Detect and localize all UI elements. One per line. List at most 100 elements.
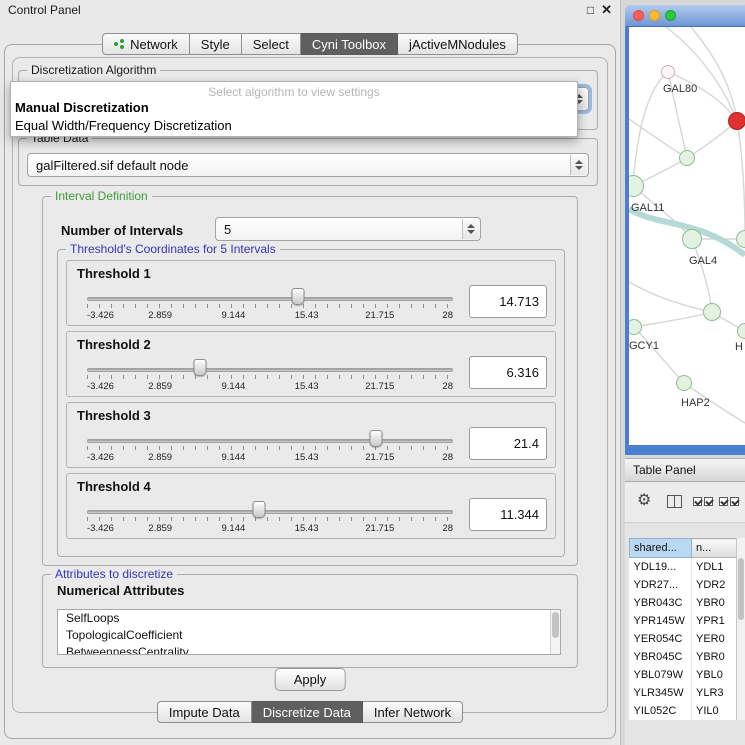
tab-label: Impute Data bbox=[169, 705, 240, 720]
network-canvas[interactable]: GAL80GAL11GAL4GCY1HAP2H bbox=[629, 27, 745, 445]
threshold-label: Threshold 1 bbox=[77, 266, 151, 281]
table-row[interactable]: YBR045CYBR0 bbox=[630, 648, 745, 666]
table-header-row: shared... n... bbox=[630, 539, 745, 558]
tab-style[interactable]: Style bbox=[190, 33, 242, 55]
column-header-shared-name[interactable]: shared... bbox=[630, 539, 692, 558]
close-traffic-light-icon[interactable] bbox=[633, 10, 644, 21]
threshold-panel: Threshold 2-3.4262.8599.14415.4321.71528… bbox=[66, 331, 556, 397]
control-panel-titlebar: Control Panel □ ✕ bbox=[0, 0, 620, 20]
zoom-traffic-light-icon[interactable] bbox=[665, 10, 676, 21]
table-cell[interactable]: YBR043C bbox=[630, 594, 692, 612]
network-node[interactable] bbox=[728, 112, 745, 130]
network-icon bbox=[114, 39, 125, 49]
slider-thumb[interactable] bbox=[370, 430, 383, 447]
threshold-value-field[interactable]: 14.713 bbox=[469, 285, 547, 318]
control-panel-window: Control Panel □ ✕ Network StyleSelectCyni… bbox=[0, 0, 621, 745]
table-row[interactable]: YBL079WYBL0 bbox=[630, 666, 745, 684]
network-node[interactable] bbox=[682, 229, 702, 249]
table-cell[interactable]: YIL052C bbox=[630, 702, 692, 720]
scrollbar-thumb[interactable] bbox=[738, 558, 744, 620]
group-title-discretization-algorithm: Discretization Algorithm bbox=[27, 63, 160, 77]
tab-cyni-toolbox[interactable]: Cyni Toolbox bbox=[301, 33, 398, 55]
column-visibility-icon[interactable] bbox=[667, 495, 682, 508]
table-row[interactable]: YPR145WYPR1 bbox=[630, 612, 745, 630]
table-data-combobox[interactable]: galFiltered.sif default node bbox=[27, 153, 589, 177]
tab-label: Infer Network bbox=[374, 705, 451, 720]
scale-tick-label: 9.144 bbox=[222, 310, 246, 321]
slider-thumb[interactable] bbox=[194, 359, 207, 376]
dropdown-list: Manual DiscretizationEqual Width/Frequen… bbox=[11, 99, 577, 135]
table-body: YDL19...YDL1YDR27...YDR2YBR043CYBR0YPR14… bbox=[630, 558, 745, 720]
table-panel: Table Panel ⚙ shared... n... YDL19...YDL… bbox=[625, 458, 745, 745]
select-all-checkbox-icon[interactable] bbox=[704, 497, 713, 506]
network-node[interactable] bbox=[679, 150, 695, 166]
scale-tick-label: 15.43 bbox=[295, 381, 319, 392]
tab-infer-network[interactable]: Infer Network bbox=[363, 701, 463, 723]
slider-thumb[interactable] bbox=[253, 501, 266, 518]
slider-track bbox=[87, 368, 453, 372]
tab-jactivemnodules[interactable]: jActiveMNodules bbox=[398, 33, 518, 55]
table-cell[interactable]: YDR27... bbox=[630, 576, 692, 594]
table-row[interactable]: YBR043CYBR0 bbox=[630, 594, 745, 612]
tab-label: Network bbox=[130, 37, 178, 52]
tab-label: jActiveMNodules bbox=[409, 37, 506, 52]
attribute-item[interactable]: TopologicalCoefficient bbox=[58, 627, 560, 644]
table-row[interactable]: YDR27...YDR2 bbox=[630, 576, 745, 594]
table-cell[interactable]: YBR045C bbox=[630, 648, 692, 666]
table-cell[interactable]: YER054C bbox=[630, 630, 692, 648]
threshold-panel: Threshold 4-3.4262.8599.14415.4321.71528… bbox=[66, 473, 556, 539]
threshold-value-field[interactable]: 11.344 bbox=[469, 498, 547, 531]
network-titlebar[interactable] bbox=[625, 5, 745, 27]
threshold-slider[interactable]: -3.4262.8599.14415.4321.71528 bbox=[87, 498, 453, 536]
threshold-panel: Threshold 3-3.4262.8599.14415.4321.71528… bbox=[66, 402, 556, 468]
combo-arrows-icon bbox=[462, 219, 479, 239]
tab-select[interactable]: Select bbox=[242, 33, 301, 55]
table-row[interactable]: YER054CYER0 bbox=[630, 630, 745, 648]
slider-ticks bbox=[87, 446, 453, 450]
tab-impute-data[interactable]: Impute Data bbox=[157, 701, 252, 723]
attributes-scrollbar[interactable] bbox=[550, 610, 560, 654]
thresholds-group: Threshold's Coordinates for 5 Intervals … bbox=[57, 249, 565, 557]
threshold-slider[interactable]: -3.4262.8599.14415.4321.71528 bbox=[87, 427, 453, 465]
network-node-label: GAL80 bbox=[663, 83, 697, 95]
table-cell[interactable]: YLR345W bbox=[630, 684, 692, 702]
threshold-value-field[interactable]: 6.316 bbox=[469, 356, 547, 389]
table-cell[interactable]: YPR145W bbox=[630, 612, 692, 630]
network-node[interactable] bbox=[661, 65, 675, 79]
table-cell[interactable]: YDL19... bbox=[630, 558, 692, 576]
attribute-item[interactable]: BetweennessCentrality bbox=[58, 644, 560, 655]
table-row[interactable]: YLR345WYLR3 bbox=[630, 684, 745, 702]
network-node[interactable] bbox=[703, 303, 721, 321]
network-node[interactable] bbox=[676, 375, 692, 391]
table-cell[interactable]: YBL079W bbox=[630, 666, 692, 684]
dropdown-item[interactable]: Equal Width/Frequency Discretization bbox=[11, 117, 577, 135]
attribute-item[interactable]: SelfLoops bbox=[58, 610, 560, 627]
threshold-slider[interactable]: -3.4262.8599.14415.4321.71528 bbox=[87, 285, 453, 323]
combo-arrows-icon bbox=[570, 155, 587, 175]
select-all-checkbox-icon[interactable] bbox=[693, 497, 702, 506]
scrollbar-thumb[interactable] bbox=[552, 612, 559, 638]
dropdown-prompt: Select algorithm to view settings bbox=[11, 82, 577, 99]
threshold-slider[interactable]: -3.4262.8599.14415.4321.71528 bbox=[87, 356, 453, 394]
close-icon[interactable]: ✕ bbox=[601, 4, 612, 16]
attributes-list[interactable]: SelfLoopsTopologicalCoefficientBetweenne… bbox=[57, 609, 561, 655]
minimize-traffic-light-icon[interactable] bbox=[649, 10, 660, 21]
table-row[interactable]: YDL19...YDL1 bbox=[630, 558, 745, 576]
scale-tick-label: 21.715 bbox=[365, 381, 394, 392]
table-row[interactable]: YIL052CYIL0 bbox=[630, 702, 745, 720]
group-title-thresholds: Threshold's Coordinates for 5 Intervals bbox=[66, 242, 280, 256]
scale-tick-label: 2.859 bbox=[148, 381, 172, 392]
tab-network[interactable]: Network bbox=[102, 33, 190, 55]
float-window-icon[interactable]: □ bbox=[587, 4, 594, 16]
select-column-checkbox-icon[interactable] bbox=[719, 497, 728, 506]
num-intervals-combobox[interactable]: 5 bbox=[215, 217, 481, 241]
settings-gear-icon[interactable]: ⚙ bbox=[637, 493, 651, 509]
scale-tick-label: 9.144 bbox=[222, 381, 246, 392]
dropdown-item[interactable]: Manual Discretization bbox=[11, 99, 577, 117]
select-column-checkbox-icon[interactable] bbox=[730, 497, 739, 506]
tab-discretize-data[interactable]: Discretize Data bbox=[252, 701, 363, 723]
table-scrollbar[interactable] bbox=[736, 538, 745, 720]
threshold-value-field[interactable]: 21.4 bbox=[469, 427, 547, 460]
apply-button[interactable]: Apply bbox=[275, 668, 346, 691]
slider-thumb[interactable] bbox=[292, 288, 305, 305]
